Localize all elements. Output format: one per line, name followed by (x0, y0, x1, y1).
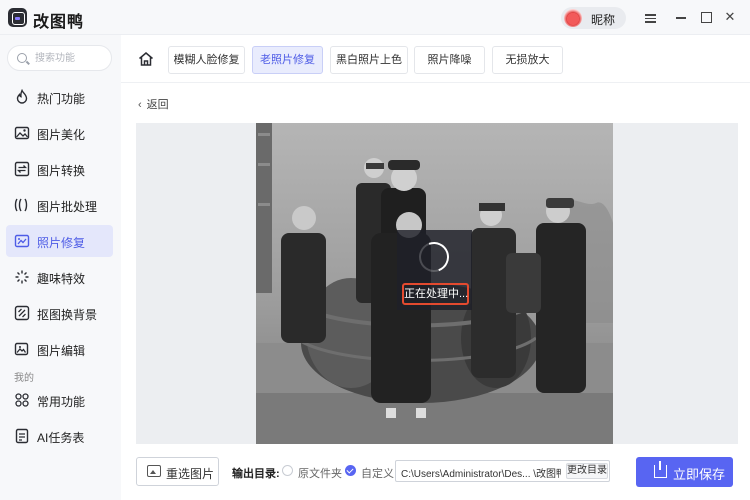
reselect-label: 重选图片 (166, 467, 215, 481)
sidebar-item-edit[interactable]: 图片编辑 (6, 333, 113, 365)
app-title: 改图鸭 (33, 14, 85, 31)
close-icon[interactable]: ✕ (722, 9, 738, 25)
tab-old-photo-repair[interactable]: 老照片修复 (252, 46, 323, 74)
sidebar-item-label: 抠图换背景 (37, 308, 98, 322)
sidebar-item-label: 常用功能 (37, 395, 86, 409)
sidebar-item-label: 照片修复 (37, 236, 86, 250)
user-nickname: 昵称 (591, 13, 616, 27)
radio-custom-folder[interactable] (345, 465, 356, 476)
sidebar-item-photo-repair[interactable]: 照片修复 (6, 225, 113, 257)
change-directory-button[interactable]: 更改目录 (566, 463, 608, 479)
radio-original-folder[interactable] (282, 465, 293, 476)
radio-custom-label: 自定义 (361, 468, 394, 480)
sidebar-item-batch[interactable]: 图片批处理 (6, 189, 113, 221)
cutout-icon (14, 305, 30, 321)
image-icon (14, 125, 30, 141)
edit-image-icon (14, 341, 30, 357)
back-button[interactable]: ‹ 返回 (138, 96, 169, 112)
output-dir-label: 输出目录: (232, 468, 280, 480)
processing-status: 正在处理中... (402, 283, 469, 305)
sidebar-item-beautify[interactable]: 图片美化 (6, 117, 113, 149)
section-label-mine: 我的 (14, 373, 34, 384)
sidebar-item-label: AI任务表 (37, 431, 85, 445)
sidebar-item-label: 趣味特效 (37, 272, 86, 286)
save-now-button[interactable]: 立即保存 (636, 457, 733, 487)
sidebar: 热门功能 图片美化 图片转换 图片批处理 照片修复 趣味特效 抠图换背景 (0, 35, 121, 500)
home-icon[interactable] (138, 52, 154, 66)
app-logo-icon (8, 8, 27, 27)
radio-original-label: 原文件夹 (298, 468, 342, 480)
tab-denoise[interactable]: 照片降噪 (414, 46, 485, 74)
output-path-value: C:\Users\Administrator\Des... \改图鸭 (401, 469, 561, 480)
sidebar-item-common[interactable]: 常用功能 (6, 384, 113, 416)
sidebar-item-label: 热门功能 (37, 92, 86, 106)
minimize-icon[interactable] (673, 9, 689, 25)
sidebar-item-ai-tasks[interactable]: AI任务表 (6, 420, 113, 452)
grid-icon (14, 392, 30, 408)
search-icon (17, 53, 27, 63)
flame-icon (14, 88, 30, 105)
tab-blur-face-repair[interactable]: 模糊人脸修复 (168, 46, 245, 74)
sidebar-item-label: 图片美化 (37, 128, 86, 142)
convert-icon (14, 161, 30, 177)
image-icon (147, 465, 161, 477)
tab-bw-colorize[interactable]: 黑白照片上色 (330, 46, 408, 74)
sidebar-item-effects[interactable]: 趣味特效 (6, 261, 113, 293)
photo-repair-icon (14, 233, 30, 249)
sidebar-item-convert[interactable]: 图片转换 (6, 153, 113, 185)
sidebar-item-label: 图片编辑 (37, 344, 86, 358)
sidebar-item-cutout[interactable]: 抠图换背景 (6, 297, 113, 329)
avatar (564, 9, 582, 27)
tab-lossless-upscale[interactable]: 无损放大 (492, 46, 563, 74)
feature-tabs-bar: 模糊人脸修复 老照片修复 黑白照片上色 照片降噪 无损放大 (121, 35, 750, 83)
maximize-icon[interactable] (698, 9, 714, 25)
save-label: 立即保存 (673, 467, 726, 482)
output-path-field[interactable]: C:\Users\Administrator\Des... \改图鸭 更改目录 (395, 460, 610, 482)
reselect-image-button[interactable]: 重选图片 (136, 457, 219, 486)
back-label: 返回 (146, 99, 169, 111)
search-input[interactable] (35, 51, 109, 65)
batch-icon (14, 197, 30, 213)
sidebar-item-label: 图片转换 (37, 164, 86, 178)
search-box[interactable] (7, 45, 112, 71)
sparkle-icon (14, 269, 30, 285)
menu-icon[interactable] (642, 9, 658, 25)
user-profile-button[interactable]: 昵称 (561, 7, 626, 29)
title-bar: 改图鸭 昵称 ✕ (0, 0, 750, 35)
chevron-left-icon: ‹ (138, 99, 142, 111)
document-icon (14, 428, 30, 444)
loading-spinner-icon (414, 237, 454, 277)
download-icon (654, 461, 667, 478)
sidebar-item-hot[interactable]: 热门功能 (6, 81, 113, 113)
sidebar-item-label: 图片批处理 (37, 200, 98, 214)
